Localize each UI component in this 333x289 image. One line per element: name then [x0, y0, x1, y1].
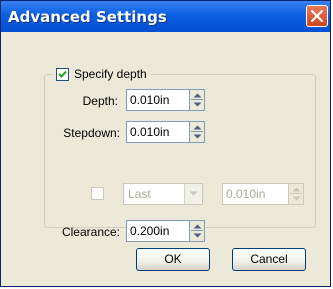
clearance-label: Clearance: [61, 225, 120, 239]
spin-down-icon [193, 134, 202, 139]
stepdown-value: 0.010in [130, 125, 170, 139]
ok-button[interactable]: OK [136, 248, 210, 271]
spin-up-icon [193, 224, 202, 229]
clearance-spinner[interactable] [189, 220, 205, 242]
stepdown-label: Stepdown: [63, 126, 120, 140]
last-pass-spinner[interactable] [288, 183, 304, 205]
chevron-down-icon [189, 191, 198, 196]
spin-up-icon [193, 93, 202, 98]
specify-depth-checkbox[interactable] [56, 67, 69, 81]
depth-label: Depth: [82, 94, 118, 108]
last-pass-mode: Last [128, 187, 151, 201]
close-button[interactable] [306, 5, 328, 27]
spin-divider [191, 131, 203, 132]
spin-down-icon [193, 233, 202, 238]
last-pass-value: 0.010in [226, 187, 266, 201]
stepdown-input[interactable]: 0.010in [126, 121, 205, 143]
spin-down-icon [292, 196, 301, 201]
depth-spinner[interactable] [189, 89, 205, 111]
spin-divider [290, 193, 302, 194]
clearance-input[interactable]: 0.200in [126, 220, 205, 242]
checkmark-icon [58, 70, 67, 78]
close-icon [311, 10, 323, 22]
last-pass-select[interactable]: Last [123, 183, 203, 205]
title-bar[interactable]: Advanced Settings [1, 1, 330, 32]
spin-down-icon [193, 102, 202, 107]
spin-divider [191, 99, 203, 100]
depth-value: 0.010in [130, 93, 170, 107]
stepdown-spinner[interactable] [189, 121, 205, 143]
clearance-value: 0.200in [130, 224, 170, 238]
last-pass-checkbox[interactable] [91, 187, 104, 200]
last-pass-input[interactable]: 0.010in [222, 183, 304, 205]
spin-up-icon [193, 125, 202, 130]
specify-depth-toggle[interactable]: Specify depth [52, 64, 151, 84]
specify-depth-label: Specify depth [74, 67, 147, 81]
spin-divider [191, 230, 203, 231]
cancel-button[interactable]: Cancel [232, 248, 306, 271]
spin-up-icon [292, 187, 301, 192]
dropdown-button[interactable] [184, 184, 202, 204]
window-title: Advanced Settings [8, 8, 167, 26]
depth-input[interactable]: 0.010in [126, 89, 205, 111]
